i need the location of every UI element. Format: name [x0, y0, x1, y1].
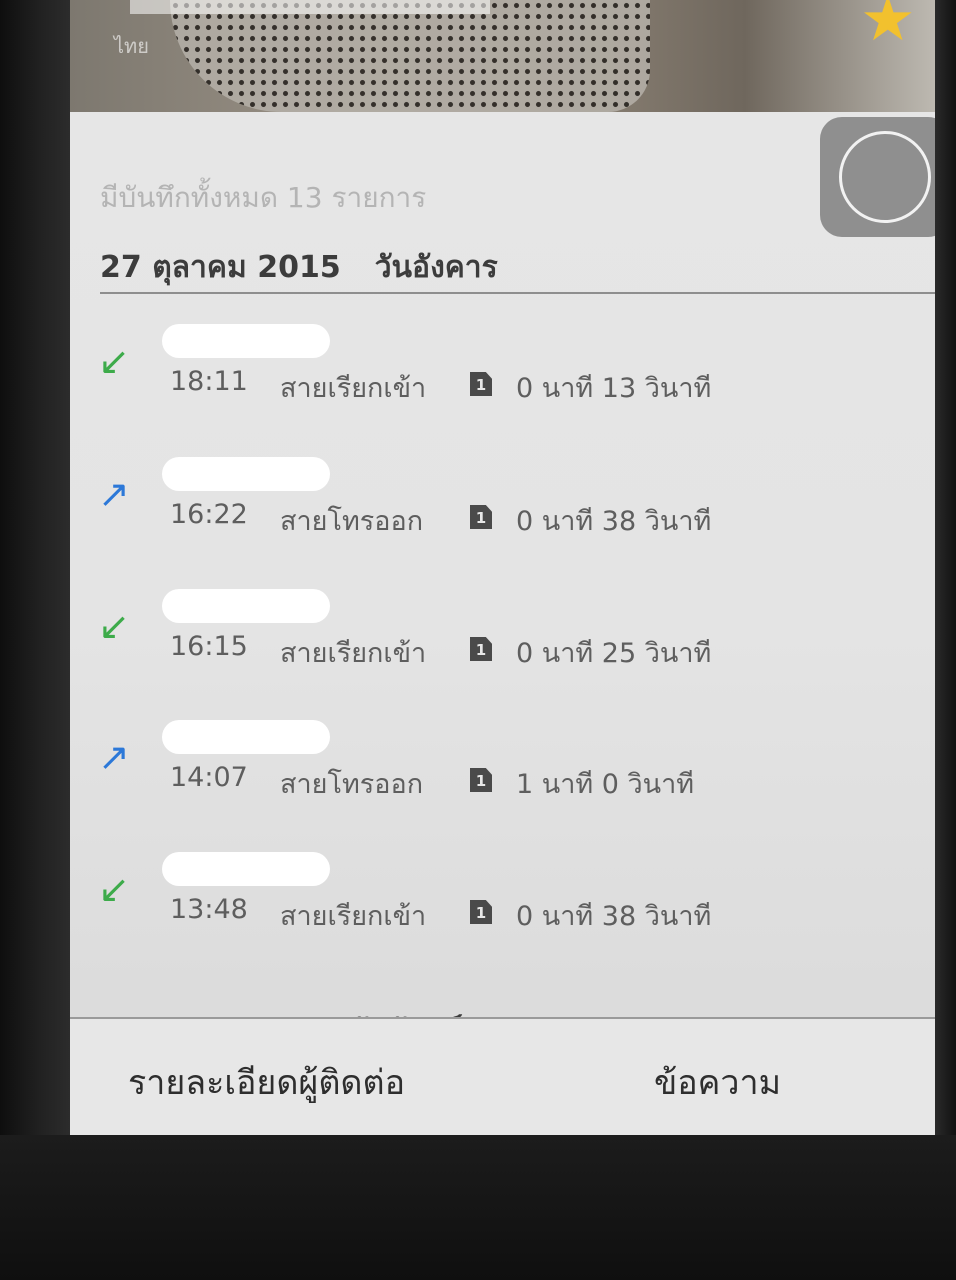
outgoing-call-icon: ↗: [98, 735, 130, 779]
contact-name-redacted: [162, 720, 330, 754]
incoming-call-icon: ↙: [98, 604, 130, 648]
sim-card-icon: 1: [470, 637, 492, 661]
call-log-row[interactable]: ↙ 16:15 สายเรียกเข้า 1 0 นาที 25 วินาที: [70, 589, 935, 715]
sim-card-icon: 1: [470, 505, 492, 529]
contact-name-redacted: [162, 852, 330, 886]
call-type: สายโทรออก: [280, 769, 424, 800]
call-type: สายเรียกเข้า: [280, 373, 427, 404]
device-bezel-bottom: [0, 1135, 956, 1280]
incoming-call-icon: ↙: [98, 339, 130, 383]
assistive-touch-button[interactable]: [820, 117, 935, 237]
sim-card-icon: 1: [470, 768, 492, 792]
contact-name-redacted: [162, 457, 330, 491]
date-group-day: วันอังคาร: [374, 250, 498, 285]
call-duration: 0 นาที 25 วินาที: [516, 638, 712, 669]
sim-card-icon: 1: [470, 372, 492, 396]
device-bezel-right: [935, 0, 956, 1280]
contact-details-button[interactable]: รายละเอียดผู้ติดต่อ: [128, 1055, 405, 1109]
call-log-row[interactable]: ↗ 14:07 สายโทรออก 1 1 นาที 0 วินาที: [70, 720, 935, 846]
contact-photo: [170, 0, 650, 112]
call-history-sheet: มีบันทึกทั้งหมด 13 รายการ 27 ตุลาคม 2015…: [70, 112, 935, 1135]
favorite-star-icon[interactable]: ★: [860, 0, 916, 50]
date-group-date: 27 ตุลาคม 2015: [100, 250, 341, 285]
contact-photo-header: ไทย ★: [70, 0, 935, 112]
sim-card-icon: 1: [470, 900, 492, 924]
assistive-touch-ring-icon: [839, 131, 931, 223]
call-duration: 0 นาที 38 วินาที: [516, 901, 712, 932]
date-group-header: 27 ตุลาคม 2015 วันอังคาร: [100, 244, 935, 291]
call-type: สายเรียกเข้า: [280, 638, 427, 669]
incoming-call-icon: ↙: [98, 867, 130, 911]
outgoing-call-icon: ↗: [98, 472, 130, 516]
call-type: สายเรียกเข้า: [280, 901, 427, 932]
contact-photo-subtitle: ไทย: [114, 34, 149, 58]
call-log-row[interactable]: ↙ 18:11 สายเรียกเข้า 1 0 นาที 13 วินาที: [70, 324, 935, 450]
call-time: 14:07: [170, 762, 248, 793]
contact-name-overlay: [130, 0, 490, 14]
call-time: 16:22: [170, 499, 248, 530]
call-type: สายโทรออก: [280, 506, 424, 537]
call-time: 16:15: [170, 631, 248, 662]
call-time: 18:11: [170, 366, 248, 397]
call-log-row[interactable]: ↙ 13:48 สายเรียกเข้า 1 0 นาที 38 วินาที: [70, 852, 935, 978]
bottom-action-bar: รายละเอียดผู้ติดต่อ ข้อความ: [70, 1017, 935, 1135]
call-log-row[interactable]: ↗ 16:22 สายโทรออก 1 0 นาที 38 วินาที: [70, 457, 935, 583]
contact-name-redacted: [162, 589, 330, 623]
date-divider: [100, 292, 935, 294]
call-duration: 1 นาที 0 วินาที: [516, 769, 695, 800]
call-duration: 0 นาที 13 วินาที: [516, 373, 712, 404]
call-duration: 0 นาที 38 วินาที: [516, 506, 712, 537]
contact-name-redacted: [162, 324, 330, 358]
call-time: 13:48: [170, 894, 248, 925]
device-bezel-left: [0, 0, 70, 1280]
call-log-summary: มีบันทึกทั้งหมด 13 รายการ: [100, 181, 427, 214]
message-button[interactable]: ข้อความ: [654, 1055, 781, 1109]
